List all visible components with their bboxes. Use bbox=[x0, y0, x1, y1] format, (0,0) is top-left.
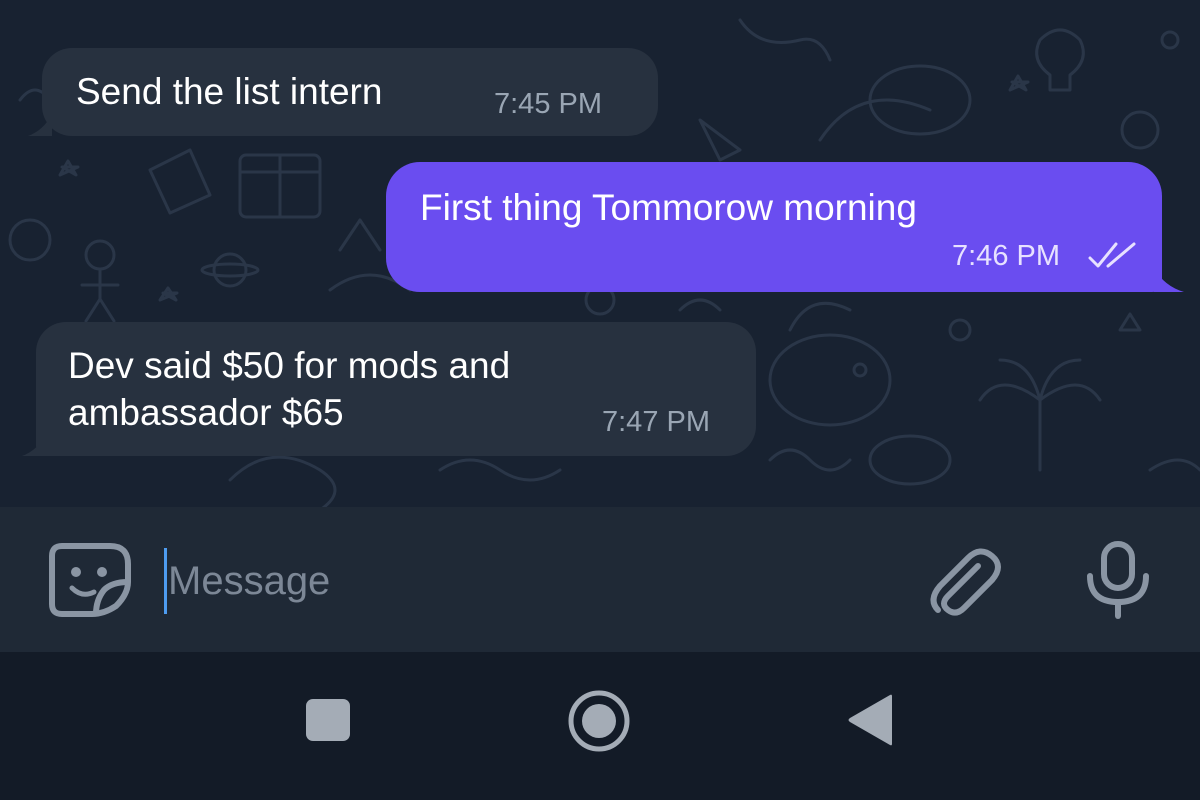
microphone-icon[interactable] bbox=[1082, 540, 1154, 620]
recents-square-icon[interactable] bbox=[304, 697, 352, 743]
message-text: Send the list intern bbox=[76, 71, 383, 112]
message-time: 7:46 PM bbox=[952, 240, 1060, 272]
paperclip-icon[interactable] bbox=[926, 546, 1004, 618]
chat-area[interactable]: Send the list intern 7:45 PM First thing… bbox=[0, 0, 1200, 507]
text-cursor bbox=[164, 548, 167, 614]
message-input[interactable] bbox=[168, 548, 888, 614]
home-circle-icon[interactable] bbox=[566, 688, 632, 754]
message-time: 7:45 PM bbox=[494, 88, 602, 120]
back-triangle-icon[interactable] bbox=[844, 692, 896, 748]
message-bubble-incoming[interactable]: Dev said $50 for mods and ambassador $65… bbox=[22, 322, 756, 456]
message-text: First thing Tommorow morning bbox=[420, 187, 917, 228]
sticker-icon[interactable] bbox=[48, 542, 132, 618]
message-bubble-outgoing[interactable]: First thing Tommorow morning 7:46 PM bbox=[386, 162, 1184, 292]
bubble-tail bbox=[22, 434, 46, 456]
bubble-tail bbox=[28, 114, 52, 136]
bubble-tail bbox=[1154, 268, 1184, 292]
double-check-icon bbox=[1088, 242, 1136, 268]
message-text: Dev said $50 for mods and ambassador $65 bbox=[68, 345, 511, 433]
message-bubble-incoming[interactable]: Send the list intern 7:45 PM bbox=[28, 48, 658, 136]
message-time: 7:47 PM bbox=[602, 406, 710, 438]
